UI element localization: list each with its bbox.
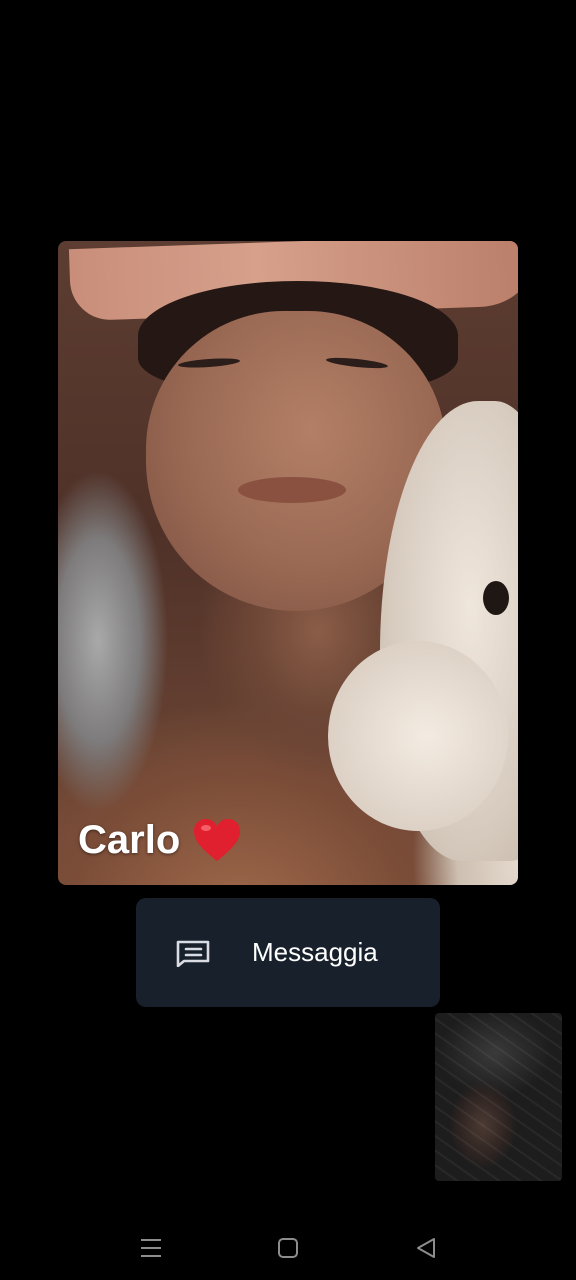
message-icon (176, 940, 210, 967)
self-preview-background (435, 1013, 562, 1181)
heart-icon (194, 819, 241, 861)
message-button[interactable]: Messaggia (136, 898, 440, 1007)
back-icon (417, 1238, 435, 1258)
plush-toy-eye (483, 581, 509, 615)
recent-apps-button[interactable] (131, 1228, 171, 1268)
caller-name-text: Carlo (78, 817, 181, 862)
navigation-bar (0, 1216, 576, 1280)
plush-toy-snout (328, 641, 508, 831)
home-icon (278, 1238, 298, 1258)
caller-mouth (238, 477, 346, 503)
message-button-label: Messaggia (252, 937, 378, 967)
home-button[interactable] (268, 1228, 308, 1268)
self-video-preview[interactable] (435, 1013, 562, 1181)
menu-icon (141, 1239, 161, 1257)
caller-name-label: Carlo (78, 817, 242, 863)
caller-video[interactable]: Carlo (58, 241, 518, 885)
back-button[interactable] (406, 1228, 446, 1268)
